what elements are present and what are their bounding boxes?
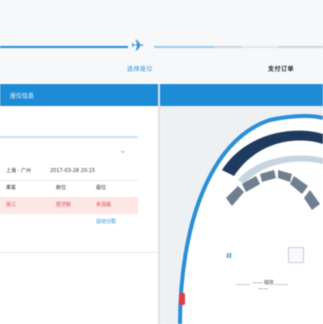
cell-seat-status: 未选座 [96, 202, 112, 208]
table-row: 自动分配 [0, 214, 138, 231]
cell-passenger: 张三 [6, 202, 17, 208]
auto-assign-link[interactable]: 自动分配 [96, 214, 116, 231]
progress-track-active [154, 46, 214, 48]
chevron-down-icon[interactable]: ⌄ [119, 146, 129, 156]
section-title: 座位信息 [10, 93, 35, 100]
divider [0, 252, 158, 253]
airplane-icon: ✈ [131, 36, 145, 55]
cell-datetime: 2017-03-28 20:15 [50, 168, 96, 174]
cell-cabin: 经济舱 [56, 202, 72, 208]
progress-track-segment [242, 46, 278, 48]
fullscreen-button[interactable] [288, 247, 304, 263]
step-label-next: 支付订单 [268, 66, 295, 73]
progress-steps: ✈ 选择座位 支付订单 [0, 0, 323, 82]
cell-route: 上海 - 广州 [6, 168, 31, 174]
step-label-current: 选择座位 [127, 66, 154, 73]
divider [236, 284, 250, 285]
table-header-row: 乘客 舱位 座位 [0, 180, 138, 198]
progress-track-done [0, 46, 128, 48]
table-row[interactable]: 张三 经济舱 未选座 [0, 197, 138, 214]
zoom-label: —— 缩放 —— [252, 280, 274, 292]
table-row: 上海 - 广州 2017-03-28 20:15 [0, 163, 138, 181]
col-passenger: 乘客 [6, 185, 17, 191]
col-seat: 座位 [96, 185, 107, 191]
seat-marker[interactable] [179, 293, 185, 305]
divider [274, 284, 288, 285]
aircraft-nose-diagram [178, 114, 323, 324]
pause-button[interactable]: II [219, 250, 239, 262]
section-header [0, 84, 323, 106]
col-cabin: 舱位 [56, 185, 67, 191]
